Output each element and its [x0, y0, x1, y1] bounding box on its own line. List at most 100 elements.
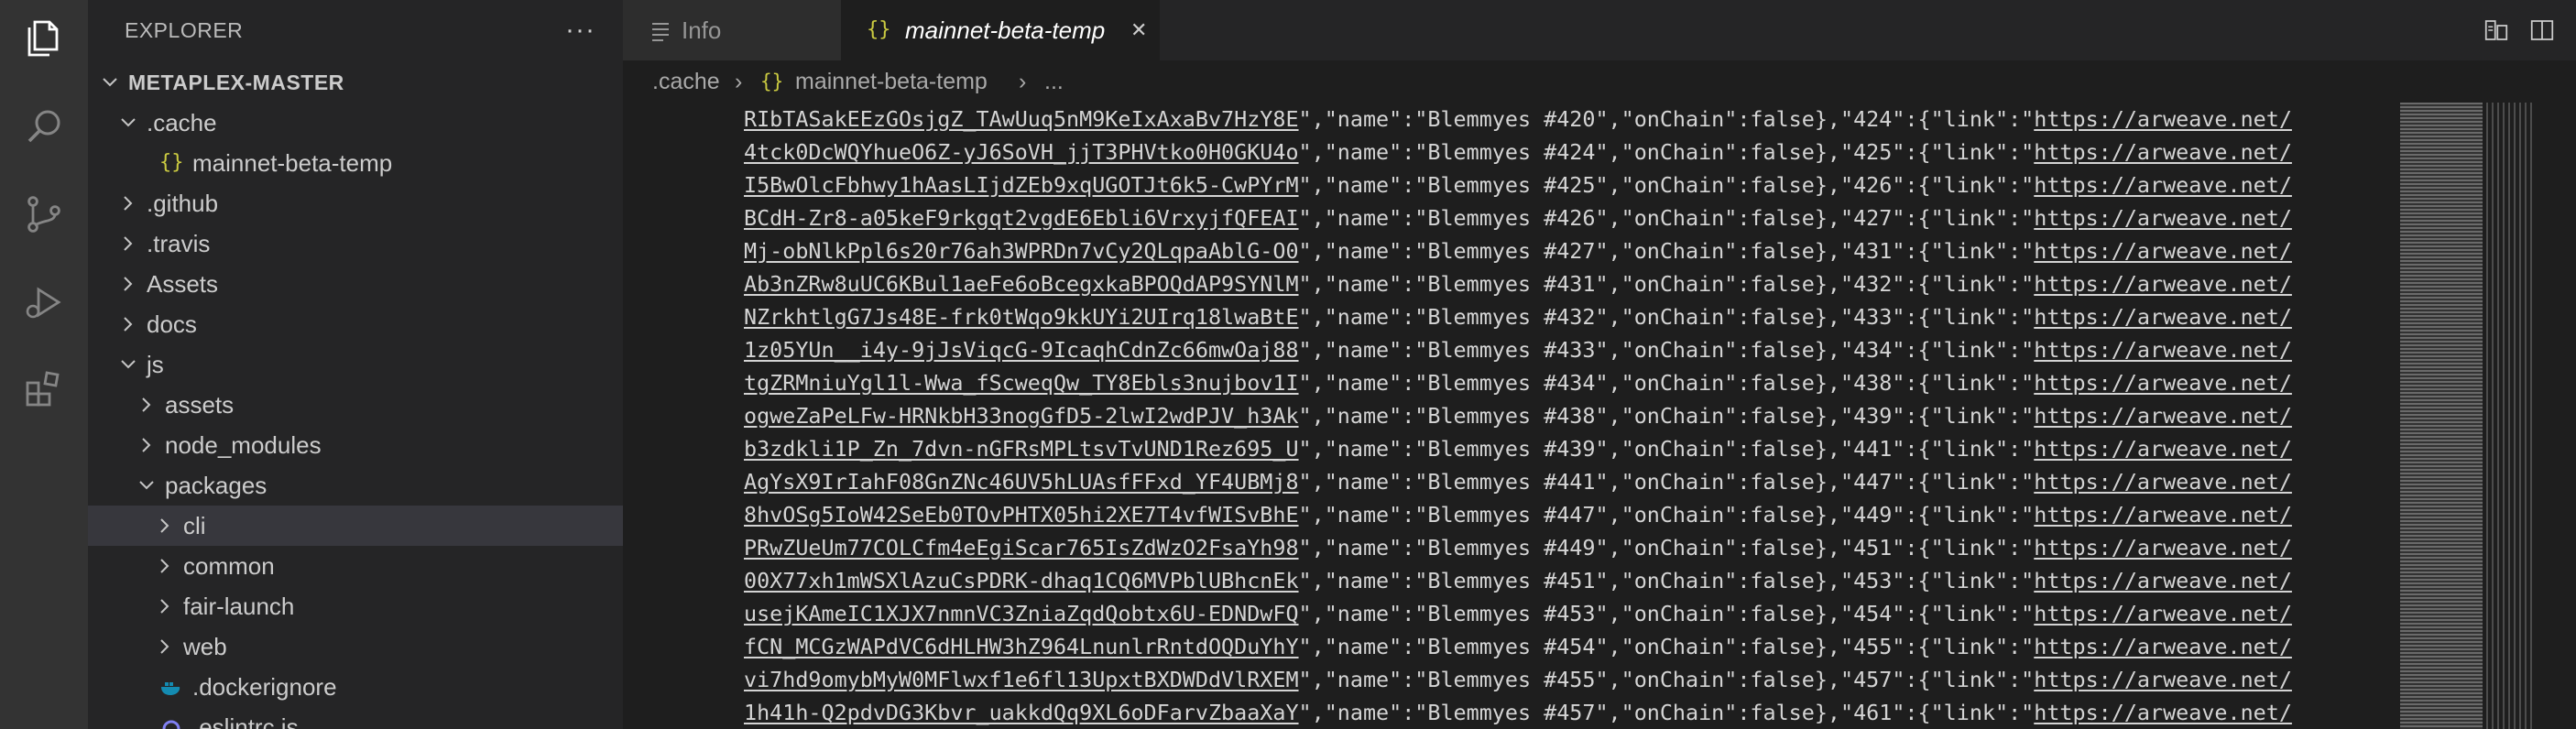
tree-item-packages[interactable]: packages	[88, 465, 623, 506]
tab-label: Info	[682, 16, 722, 44]
chevron-right-icon	[156, 586, 176, 626]
split-editor-icon[interactable]	[2528, 16, 2556, 49]
link-url[interactable]: https://arweave.net/	[2034, 205, 2292, 231]
link-continuation[interactable]: 1z05YUn__i4y-9jJsViqcG-9IcaqhCdnZc66mwOa…	[744, 337, 1299, 363]
code-line: RIbTASakEEzGOsjgZ_TAwUuq5nM9KeIxAxaBv7Hz…	[744, 103, 2292, 136]
json-text: ","name":"Blemmyes #431","onChain":false…	[1298, 271, 2035, 297]
chevron-right-icon	[119, 264, 139, 304]
link-url[interactable]: https://arweave.net/	[2034, 634, 2292, 659]
tree-item-docs[interactable]: docs	[88, 304, 623, 344]
code-line: BCdH-Zr8-a05keF9rkgqt2vgdE6Ebli6VrxyjfQF…	[744, 201, 2292, 234]
link-continuation[interactable]: AgYsX9IrIahF08GnZNc46UV5hLUAsfFFxd_YF4UB…	[744, 469, 1299, 495]
tree-item-js[interactable]: js	[88, 344, 623, 385]
breadcrumb-cache[interactable]: .cache	[652, 60, 720, 103]
tree-item-cache[interactable]: .cache	[88, 103, 623, 143]
link-continuation[interactable]: usejKAmeIC1XJX7nmnVC3ZniaZqdQobtx6U-EDND…	[744, 601, 1299, 626]
tree-item-label: packages	[165, 472, 267, 499]
link-continuation[interactable]: Ab3nZRw8uUC6KBul1aeFe6oBcegxkaBPOQdAP9SY…	[744, 271, 1299, 297]
link-url[interactable]: https://arweave.net/	[2034, 106, 2292, 132]
tree-item-github[interactable]: .github	[88, 183, 623, 223]
link-continuation[interactable]: 4tck0DcWQYhueO6Z-yJ6SoVH_jjT3PHVtko0H0GK…	[744, 139, 1299, 165]
link-continuation[interactable]: BCdH-Zr8-a05keF9rkgqt2vgdE6Ebli6VrxyjfQF…	[744, 205, 1299, 231]
link-url[interactable]: https://arweave.net/	[2034, 469, 2292, 495]
link-continuation[interactable]: tgZRMniuYgl1l-Wwa_fScweqQw_TY8Ebls3nujbo…	[744, 370, 1299, 396]
link-url[interactable]: https://arweave.net/	[2034, 700, 2292, 725]
link-url[interactable]: https://arweave.net/	[2034, 667, 2292, 692]
tree-item-metaplex-master[interactable]: METAPLEX-MASTER	[88, 62, 623, 103]
json-text: ","name":"Blemmyes #434","onChain":false…	[1298, 370, 2035, 396]
link-continuation[interactable]: 00X77xh1mWSXlAzuCsPDRK-dhaq1CQ6MVPblUBhc…	[744, 568, 1299, 593]
tree-item-assets[interactable]: assets	[88, 385, 623, 425]
json-text: ","name":"Blemmyes #427","onChain":false…	[1298, 238, 2035, 264]
tree-item-label: web	[183, 633, 227, 660]
breadcrumb-symbol[interactable]: ...	[1044, 60, 1064, 103]
link-continuation[interactable]: RIbTASakEEzGOsjgZ_TAwUuq5nM9KeIxAxaBv7Hz…	[744, 106, 1299, 132]
source-control-icon[interactable]	[22, 192, 66, 236]
link-url[interactable]: https://arweave.net/	[2034, 271, 2292, 297]
breadcrumb: .cache › {} mainnet-beta-temp › ...	[623, 60, 2576, 103]
json-text: ","name":"Blemmyes #432","onChain":false…	[1298, 304, 2035, 330]
tab-bar: Info {} mainnet-beta-temp ✕	[623, 0, 2576, 60]
breadcrumb-file[interactable]: mainnet-beta-temp	[795, 60, 988, 103]
link-url[interactable]: https://arweave.net/	[2034, 139, 2292, 165]
chevron-right-icon	[156, 626, 176, 667]
json-text: ","name":"Blemmyes #449","onChain":false…	[1298, 535, 2035, 560]
link-url[interactable]: https://arweave.net/	[2034, 172, 2292, 198]
code-editor[interactable]: RIbTASakEEzGOsjgZ_TAwUuq5nM9KeIxAxaBv7Hz…	[623, 103, 2396, 729]
tree-item-node-modules[interactable]: node_modules	[88, 425, 623, 465]
link-url[interactable]: https://arweave.net/	[2034, 337, 2292, 363]
tree-item-travis[interactable]: .travis	[88, 223, 623, 264]
json-icon: {}	[760, 71, 784, 92]
link-continuation[interactable]: NZrkhtlgG7Js48E-frk0tWqo9kkUYi2UIrq18lwa…	[744, 304, 1299, 330]
link-continuation[interactable]: I5BwOlcFbhwy1hAasLIjdZEb9xqUGOTJt6k5-CwP…	[744, 172, 1299, 198]
tree-item-mainnet-beta-temp[interactable]: {} mainnet-beta-temp	[88, 143, 623, 183]
close-tab-icon[interactable]: ✕	[1130, 0, 1147, 60]
explorer-icon[interactable]	[22, 16, 66, 60]
tree-item-eslintrc-js[interactable]: .eslintrc.js	[88, 707, 623, 729]
code-line: 00X77xh1mWSXlAzuCsPDRK-dhaq1CQ6MVPblUBhc…	[744, 564, 2292, 597]
code-line: usejKAmeIC1XJX7nmnVC3ZniaZqdQobtx6U-EDND…	[744, 597, 2292, 630]
link-continuation[interactable]: 8hvOSg5IoW42SeEb0TOvPHTX05hi2XE7T4vfWISv…	[744, 502, 1299, 528]
breadcrumb-separator: ›	[735, 69, 743, 94]
link-continuation[interactable]: 1h41h-Q2pdvDG3Kbvr_uakkdQq9XL6oDFarvZbaa…	[744, 700, 1299, 725]
more-actions-icon[interactable]: ···	[565, 15, 595, 46]
tree-item-assets[interactable]: Assets	[88, 264, 623, 304]
link-url[interactable]: https://arweave.net/	[2034, 238, 2292, 264]
eslint-icon	[159, 707, 183, 729]
link-url[interactable]: https://arweave.net/	[2034, 304, 2292, 330]
code-line: 1h41h-Q2pdvDG3Kbvr_uakkdQq9XL6oDFarvZbaa…	[744, 696, 2292, 729]
link-continuation[interactable]: ogweZaPeLFw-HRNkbH33nogGfD5-2lwI2wdPJV_h…	[744, 403, 1299, 429]
link-continuation[interactable]: fCN_MCGzWAPdVC6dHLHW3hZ964LnunlrRntdOQDu…	[744, 634, 1299, 659]
tree-item-dockerignore[interactable]: .dockerignore	[88, 667, 623, 707]
chevron-down-icon	[119, 103, 139, 143]
code-line: tgZRMniuYgl1l-Wwa_fScweqQw_TY8Ebls3nujbo…	[744, 366, 2292, 399]
link-url[interactable]: https://arweave.net/	[2034, 436, 2292, 462]
minimap[interactable]	[2400, 103, 2538, 729]
tree-item-common[interactable]: common	[88, 546, 623, 586]
tree-item-label: node_modules	[165, 431, 322, 459]
compare-changes-icon[interactable]	[2483, 16, 2510, 49]
json-text: ","name":"Blemmyes #457","onChain":false…	[1298, 700, 2035, 725]
link-continuation[interactable]: PRwZUeUm77COLCfm4eEgiScar765IsZdWzO2FsaY…	[744, 535, 1299, 560]
extensions-icon[interactable]	[22, 368, 66, 412]
link-url[interactable]: https://arweave.net/	[2034, 568, 2292, 593]
json-icon: {}	[867, 18, 891, 41]
link-continuation[interactable]: vi7hd9omybMyW0MFlwxf1e6fl13UpxtBXDWDdVlR…	[744, 667, 1299, 692]
tab-mainnet-beta-temp[interactable]: {} mainnet-beta-temp ✕	[841, 0, 1160, 60]
tree-item-cli[interactable]: cli	[88, 506, 623, 546]
tab-info[interactable]: Info	[623, 0, 841, 60]
link-url[interactable]: https://arweave.net/	[2034, 403, 2292, 429]
run-debug-icon[interactable]	[22, 280, 66, 324]
link-continuation[interactable]: b3zdkli1P_Zn_7dvn-nGFRsMPLtsvTvUND1Rez69…	[744, 436, 1299, 462]
tree-item-fair-launch[interactable]: fair-launch	[88, 586, 623, 626]
tree-item-web[interactable]: web	[88, 626, 623, 667]
link-continuation[interactable]: Mj-obNlkPpl6s20r76ah3WPRDn7vCy2QLqpaAblG…	[744, 238, 1299, 264]
link-url[interactable]: https://arweave.net/	[2034, 535, 2292, 560]
search-icon[interactable]	[22, 104, 66, 148]
json-icon: {}	[159, 151, 184, 174]
link-url[interactable]: https://arweave.net/	[2034, 502, 2292, 528]
link-url[interactable]: https://arweave.net/	[2034, 601, 2292, 626]
link-url[interactable]: https://arweave.net/	[2034, 370, 2292, 396]
tree-item-label: Assets	[147, 270, 219, 298]
vertical-scrollbar[interactable]	[2547, 103, 2574, 729]
